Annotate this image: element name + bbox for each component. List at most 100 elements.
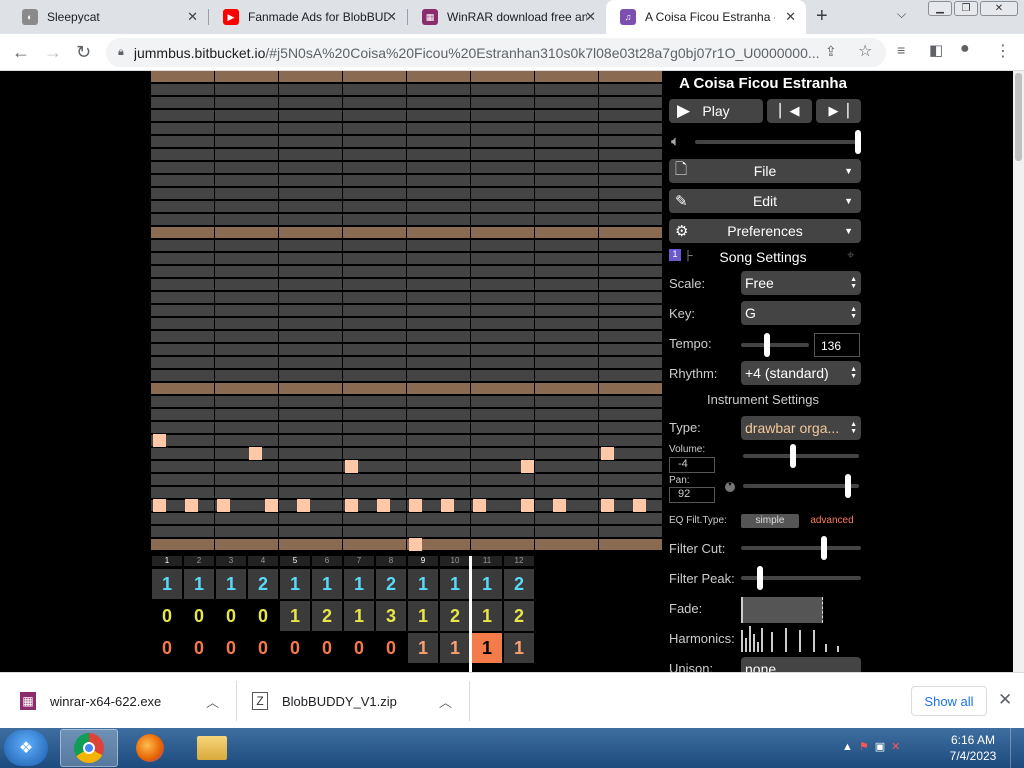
grid-cell[interactable]: [599, 214, 662, 225]
grid-cell[interactable]: [215, 539, 278, 550]
grid-cell[interactable]: [471, 110, 534, 121]
grid-cell[interactable]: [535, 500, 598, 511]
pitch-row[interactable]: [151, 214, 663, 225]
grid-cell[interactable]: [343, 370, 406, 381]
grid-cell[interactable]: [215, 409, 278, 420]
grid-cell[interactable]: [151, 396, 214, 407]
grid-cell[interactable]: [407, 201, 470, 212]
grid-cell[interactable]: [407, 162, 470, 173]
grid-cell[interactable]: [279, 253, 342, 264]
grid-cell[interactable]: [599, 97, 662, 108]
grid-cell[interactable]: [279, 539, 342, 550]
note-block[interactable]: [521, 499, 534, 512]
grid-cell[interactable]: [343, 305, 406, 316]
grid-cell[interactable]: [471, 448, 534, 459]
note-block[interactable]: [153, 434, 166, 447]
grid-cell[interactable]: [343, 214, 406, 225]
grid-cell[interactable]: [599, 370, 662, 381]
pitch-row[interactable]: [151, 513, 663, 524]
harmonic-bar[interactable]: [745, 638, 747, 652]
pitch-row[interactable]: [151, 526, 663, 537]
chevron-down-icon[interactable]: ⌵: [897, 7, 906, 22]
pitch-row[interactable]: [151, 305, 663, 316]
bar-number[interactable]: 7: [344, 556, 374, 566]
close-tab-icon[interactable]: ✕: [187, 9, 198, 25]
grid-cell[interactable]: [279, 435, 342, 446]
pitch-row[interactable]: [151, 201, 663, 212]
grid-cell[interactable]: [535, 448, 598, 459]
tempo-slider[interactable]: [741, 343, 809, 347]
grid-cell[interactable]: [407, 526, 470, 537]
grid-cell[interactable]: [471, 123, 534, 134]
master-volume-knob[interactable]: [855, 130, 861, 154]
grid-cell[interactable]: [471, 97, 534, 108]
tempo-input[interactable]: 136: [814, 333, 860, 357]
address-bar[interactable]: 🔒︎ jummbus.bitbucket.io/#j5N0sA%20Coisa%…: [106, 38, 886, 67]
grid-cell[interactable]: [599, 201, 662, 212]
grid-cell[interactable]: [215, 422, 278, 433]
grid-cell[interactable]: [279, 370, 342, 381]
pitch-row[interactable]: [151, 279, 663, 290]
grid-cell[interactable]: [343, 487, 406, 498]
harmonic-bar[interactable]: [837, 646, 839, 652]
grid-cell[interactable]: [151, 149, 214, 160]
grid-cell[interactable]: [151, 71, 214, 82]
grid-cell[interactable]: [471, 318, 534, 329]
note-block[interactable]: [633, 499, 646, 512]
bar-number[interactable]: 5: [280, 556, 310, 566]
grid-cell[interactable]: [407, 84, 470, 95]
grid-cell[interactable]: [535, 305, 598, 316]
grid-cell[interactable]: [343, 149, 406, 160]
pitch-row[interactable]: [151, 396, 663, 407]
grid-cell[interactable]: [407, 149, 470, 160]
pattern-cell[interactable]: 1: [408, 601, 438, 631]
grid-cell[interactable]: [279, 149, 342, 160]
volume-knob[interactable]: [790, 444, 796, 468]
note-block[interactable]: [601, 447, 614, 460]
pitch-row[interactable]: [151, 318, 663, 329]
grid-cell[interactable]: [599, 409, 662, 420]
grid-cell[interactable]: [535, 461, 598, 472]
url-text[interactable]: jummbus.bitbucket.io/#j5N0sA%20Coisa%20F…: [134, 45, 824, 61]
instrument-type-select[interactable]: drawbar orga... ▲ ▼: [741, 416, 861, 440]
grid-cell[interactable]: [407, 318, 470, 329]
taskbar-chrome[interactable]: [60, 729, 118, 767]
grid-cell[interactable]: [535, 370, 598, 381]
grid-cell[interactable]: [151, 123, 214, 134]
grid-cell[interactable]: [407, 227, 470, 238]
pan-dropdown-icon[interactable]: ▼: [725, 482, 735, 492]
grid-cell[interactable]: [535, 253, 598, 264]
grid-cell[interactable]: [151, 175, 214, 186]
grid-cell[interactable]: [343, 513, 406, 524]
grid-cell[interactable]: [471, 487, 534, 498]
grid-cell[interactable]: [599, 422, 662, 433]
grid-cell[interactable]: [535, 71, 598, 82]
grid-cell[interactable]: [535, 188, 598, 199]
grid-cell[interactable]: [599, 318, 662, 329]
pattern-cell[interactable]: 1: [344, 569, 374, 599]
next-bar-button[interactable]: ▶▕: [816, 99, 861, 123]
close-tab-icon[interactable]: ✕: [585, 9, 596, 25]
pitch-row[interactable]: [151, 175, 663, 186]
master-volume-slider[interactable]: [695, 140, 859, 144]
grid-cell[interactable]: [215, 487, 278, 498]
page-scrollbar[interactable]: [1013, 71, 1024, 672]
scrollbar-thumb[interactable]: [1015, 73, 1022, 161]
grid-cell[interactable]: [151, 253, 214, 264]
harmonic-bar[interactable]: [761, 628, 763, 652]
play-button[interactable]: ▶ Play: [669, 99, 763, 123]
note-block[interactable]: [265, 499, 278, 512]
grid-cell[interactable]: [151, 448, 214, 459]
grid-cell[interactable]: [407, 513, 470, 524]
grid-cell[interactable]: [535, 513, 598, 524]
grid-cell[interactable]: [471, 513, 534, 524]
grid-cell[interactable]: [343, 474, 406, 485]
grid-cell[interactable]: [599, 344, 662, 355]
grid-cell[interactable]: [279, 240, 342, 251]
profile-icon[interactable]: ●: [960, 40, 970, 58]
more-menu-icon[interactable]: ⋮: [995, 41, 1011, 61]
grid-cell[interactable]: [215, 162, 278, 173]
grid-cell[interactable]: [599, 71, 662, 82]
bar-number[interactable]: 11: [472, 556, 502, 566]
filter-cut-knob[interactable]: [821, 536, 827, 560]
